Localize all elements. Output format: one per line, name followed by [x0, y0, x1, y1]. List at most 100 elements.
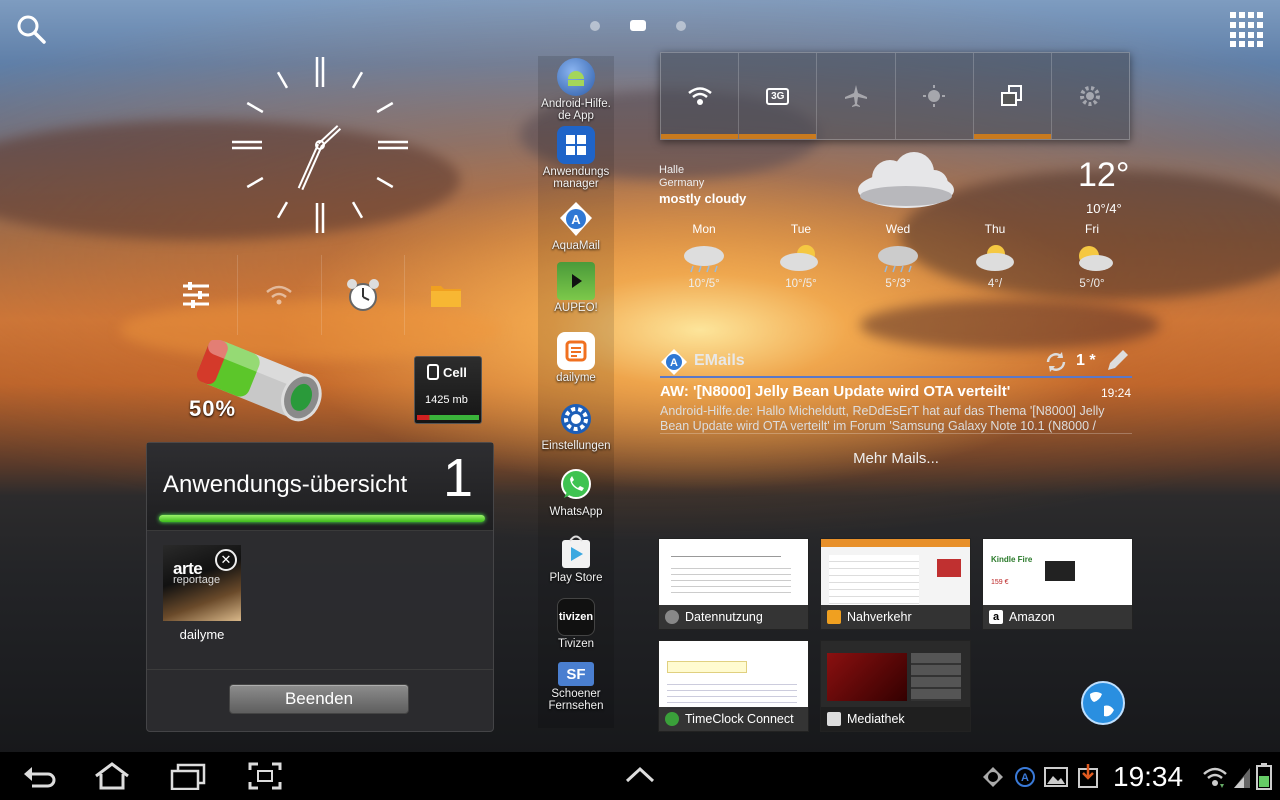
dock-label: dailyme: [556, 372, 596, 384]
dock-item-schoener-fernsehen[interactable]: SF Schoener Fernsehen: [538, 662, 614, 712]
android-hilfe-icon: [557, 58, 595, 96]
mobile-data-toggle[interactable]: 3G: [738, 53, 817, 139]
battery-status-icon: [1256, 763, 1272, 790]
email-subject[interactable]: AW: '[N8000] Jelly Bean Update wird OTA …: [660, 383, 1032, 400]
dock-label: manager: [553, 178, 599, 190]
clock-minute-hand: [301, 145, 323, 191]
quick-toggle-row: [155, 255, 487, 335]
settings-toggle[interactable]: [1050, 53, 1129, 139]
compose-pencil-icon[interactable]: [1104, 348, 1130, 374]
dock-item-aupeo[interactable]: AUPEO!: [538, 262, 614, 314]
home-icon[interactable]: [92, 762, 132, 790]
cell-signal-icon: [1234, 768, 1250, 788]
svg-text:A: A: [1021, 772, 1029, 784]
dock-item-play-store[interactable]: Play Store: [538, 532, 614, 584]
wifi-icon: [687, 87, 712, 105]
alarm-clock-icon[interactable]: [320, 255, 404, 335]
forecast-day[interactable]: Wed 5°/3°: [862, 222, 934, 290]
system-bar: A 19:34: [0, 752, 1280, 800]
weather-forecast: Mon 10°/5° Tue 10°/5° Wed 5°/3° Thu 4°/ …: [668, 222, 1128, 290]
refresh-icon[interactable]: [1044, 350, 1068, 374]
close-app-icon[interactable]: ✕: [215, 549, 237, 571]
download-notification-icon[interactable]: [1076, 764, 1100, 790]
browser-tab-thumbnail[interactable]: TimeClock Connect: [658, 640, 809, 732]
airplane-mode-toggle[interactable]: [816, 53, 894, 139]
image-notification-icon[interactable]: [1044, 766, 1068, 788]
wifi-toggle[interactable]: [661, 53, 739, 139]
tab-title: Amazon: [1009, 610, 1055, 624]
dock-label: AquaMail: [552, 240, 600, 252]
more-mails-link[interactable]: Mehr Mails...: [660, 450, 1132, 467]
weather-location: Halle Germany: [659, 164, 704, 190]
play-store-icon: [557, 532, 595, 570]
dock-item-android-hilfe[interactable]: Android-Hilfe. de App: [538, 58, 614, 122]
sun-cloud-icon: [765, 240, 837, 276]
dock-item-aquamail[interactable]: A AquaMail: [538, 200, 614, 252]
aquamail-notification-icon[interactable]: A: [1014, 766, 1036, 788]
browser-tab-thumbnail[interactable]: Kindle Fire 159 € a Amazon: [982, 538, 1133, 630]
sun-cloud-icon: [1056, 240, 1128, 276]
email-preview[interactable]: Android-Hilfe.de: Hallo Micheldutt, ReDd…: [660, 404, 1132, 434]
dock-label: Einstellungen: [541, 440, 611, 452]
settings-icon: [557, 400, 595, 438]
search-icon[interactable]: [14, 12, 48, 46]
weather-city: Halle: [659, 164, 685, 176]
analog-clock-widget[interactable]: [230, 55, 410, 235]
dock-label: Play Store: [549, 572, 603, 584]
clock-tick: [276, 201, 289, 219]
brightness-icon: [923, 85, 946, 107]
brightness-toggle[interactable]: [894, 53, 973, 139]
dock-item-dailyme[interactable]: dailyme: [538, 332, 614, 384]
forecast-temp: 5°/3°: [885, 278, 911, 290]
forecast-day-name: Tue: [790, 222, 812, 236]
forecast-day[interactable]: Thu 4°/: [959, 222, 1031, 290]
page-dot[interactable]: [590, 20, 600, 31]
forecast-day-name: Fri: [1085, 222, 1099, 236]
dock-label: Android-Hilfe.: [541, 98, 611, 110]
forecast-temp: 10°/5°: [688, 278, 720, 290]
recent-app-thumbnail[interactable]: arte reportage ✕: [163, 545, 241, 621]
chevron-up-icon[interactable]: [624, 766, 656, 784]
wifi-toggle-icon[interactable]: [237, 255, 320, 335]
status-clock[interactable]: 19:34: [1113, 761, 1183, 793]
globe-favicon-icon: [665, 610, 679, 624]
dock-item-whatsapp[interactable]: WhatsApp: [538, 466, 614, 518]
recent-apps-icon[interactable]: [170, 762, 206, 790]
forecast-day-name: Thu: [984, 222, 1006, 236]
folder-icon[interactable]: [403, 255, 487, 335]
aquamail-icon[interactable]: A: [660, 348, 688, 376]
android-hilfe-notification-icon[interactable]: [982, 766, 1004, 788]
cell-data-widget[interactable]: Cell 1425 mb: [414, 356, 482, 424]
forecast-day[interactable]: Mon 10°/5°: [668, 222, 740, 290]
forecast-temp: 5°/0°: [1079, 278, 1105, 290]
svg-text:A: A: [670, 357, 678, 369]
page-dot[interactable]: [676, 20, 686, 31]
browser-tab-thumbnail[interactable]: Nahverkehr: [820, 538, 971, 630]
unread-count: 1 *: [1076, 352, 1096, 369]
airplane-icon: [844, 85, 867, 107]
email-widget-title[interactable]: EMails: [694, 352, 745, 370]
auto-rotate-toggle[interactable]: [972, 53, 1052, 139]
screenshot-icon[interactable]: [248, 762, 282, 790]
quit-button[interactable]: Beenden: [229, 684, 409, 714]
browser-tab-thumbnail[interactable]: Mediathek: [820, 640, 971, 732]
forecast-day[interactable]: Fri 5°/0°: [1056, 222, 1128, 290]
page-dot-active[interactable]: [630, 20, 646, 31]
forecast-day[interactable]: Tue 10°/5°: [765, 222, 837, 290]
dock-item-settings[interactable]: Einstellungen: [538, 400, 614, 452]
browser-globe-icon[interactable]: [1080, 680, 1126, 726]
settings-sliders-icon[interactable]: [155, 255, 237, 335]
cloudy-weather-icon[interactable]: [852, 150, 960, 212]
back-icon[interactable]: [22, 762, 56, 790]
browser-tab-thumbnail[interactable]: Datennutzung: [658, 538, 809, 630]
sun-cloud-icon: [959, 240, 1031, 276]
amazon-thumb-heading: Kindle Fire: [991, 555, 1033, 564]
battery-widget[interactable]: 50%: [185, 338, 335, 430]
3g-icon: 3G: [766, 87, 790, 105]
running-app-count: 1: [442, 448, 473, 508]
recent-app-label: dailyme: [179, 627, 225, 642]
timeclock-favicon-icon: [665, 712, 679, 726]
all-apps-grid-icon[interactable]: [1230, 12, 1266, 48]
dock-item-tivizen[interactable]: tivizen Tivizen: [538, 598, 614, 650]
dock-item-app-manager[interactable]: Anwendungs manager: [538, 126, 614, 190]
